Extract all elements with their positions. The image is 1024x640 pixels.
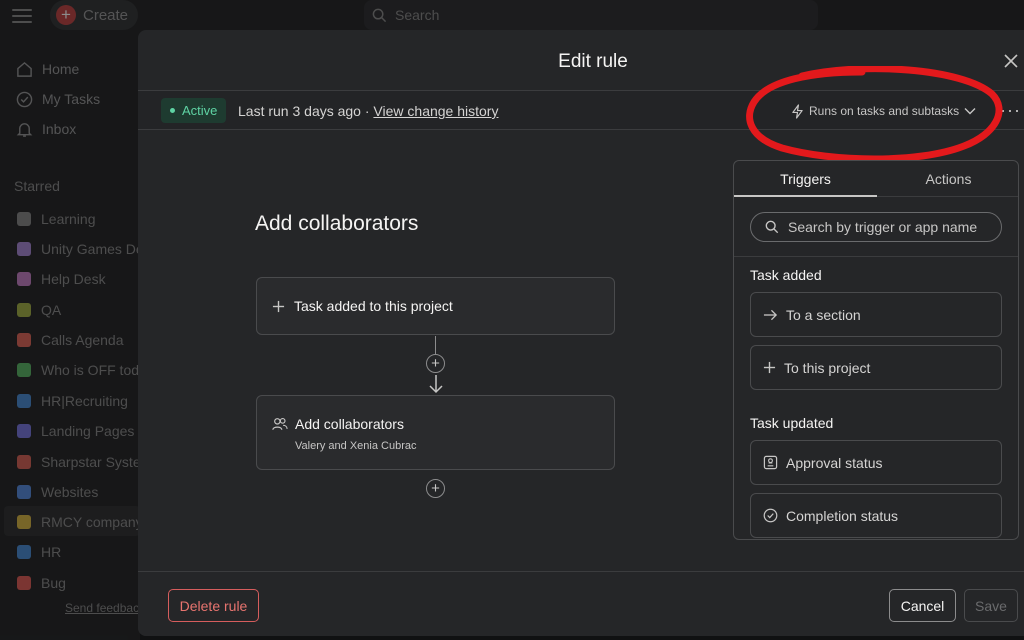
- modal-footer: Delete rule Cancel Save: [138, 571, 1024, 636]
- plus-icon: [763, 361, 776, 374]
- trigger-card-label: Task added to this project: [294, 298, 453, 314]
- action-card-subtitle: Valery and Xenia Cubrac: [295, 440, 417, 452]
- approval-icon: [763, 455, 778, 470]
- last-run-text: Last run 3 days ago ·: [238, 103, 374, 119]
- save-button[interactable]: Save: [964, 589, 1018, 622]
- add-step-button[interactable]: +: [426, 479, 445, 498]
- trigger-option-to-section[interactable]: To a section: [750, 292, 1002, 337]
- trigger-option-label: Completion status: [786, 507, 899, 524]
- trigger-option-completion-status[interactable]: Completion status: [750, 493, 1002, 538]
- delete-rule-button[interactable]: Delete rule: [168, 589, 259, 622]
- app-window: + Create Search Home My Tasks Inbox Star…: [0, 0, 1024, 640]
- status-badge: Active: [161, 98, 227, 123]
- trigger-card[interactable]: Task added to this project: [256, 277, 615, 335]
- tab-triggers[interactable]: Triggers: [734, 171, 877, 187]
- arrow-right-icon: [763, 309, 778, 320]
- check-circle-icon: [763, 508, 778, 523]
- edit-rule-modal: Edit rule Active Last run 3 days ago · V…: [138, 30, 1024, 636]
- trigger-option-approval-status[interactable]: Approval status: [750, 440, 1002, 485]
- status-dot-icon: [170, 108, 175, 113]
- trigger-option-label: To this project: [784, 359, 871, 376]
- panel-tabs: Triggers Actions: [734, 161, 1018, 197]
- status-label: Active: [182, 103, 218, 118]
- action-card-title: Add collaborators: [295, 416, 404, 432]
- collaborators-icon: [272, 418, 288, 430]
- active-tab-indicator: [734, 195, 877, 197]
- rule-title: Add collaborators: [255, 212, 419, 235]
- trigger-search-placeholder: Search by trigger or app name: [788, 219, 978, 235]
- red-annotation-circle: [746, 66, 1003, 163]
- last-run-info: Last run 3 days ago · View change histor…: [238, 103, 498, 119]
- trigger-option-label: Approval status: [786, 454, 883, 471]
- group-title-task-updated: Task updated: [750, 415, 834, 431]
- cancel-button[interactable]: Cancel: [889, 589, 956, 622]
- add-step-button[interactable]: +: [426, 354, 445, 373]
- trigger-option-label: To a section: [786, 306, 861, 323]
- action-card[interactable]: Add collaborators Valery and Xenia Cubra…: [256, 395, 615, 470]
- close-icon[interactable]: [1002, 52, 1020, 70]
- view-change-history-link[interactable]: View change history: [373, 103, 498, 119]
- arrow-down-icon: [429, 375, 443, 394]
- search-icon: [765, 220, 779, 234]
- plus-icon: [272, 300, 285, 312]
- trigger-search-input[interactable]: Search by trigger or app name: [750, 212, 1002, 242]
- trigger-option-to-project[interactable]: To this project: [750, 345, 1002, 390]
- group-title-task-added: Task added: [750, 267, 822, 283]
- trigger-picker-panel: Triggers Actions Search by trigger or ap…: [733, 160, 1019, 540]
- tab-actions[interactable]: Actions: [877, 171, 1018, 187]
- divider: [734, 256, 1018, 257]
